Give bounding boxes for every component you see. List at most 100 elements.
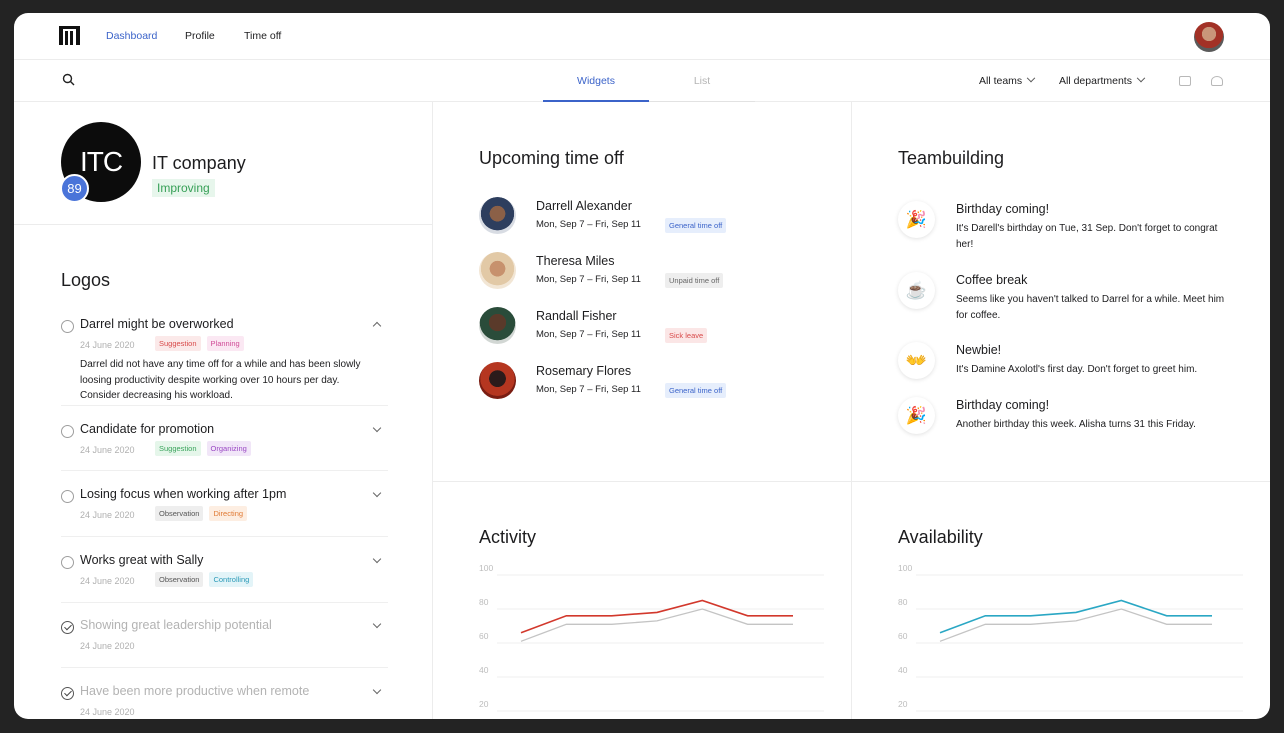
calendar-icon[interactable] bbox=[1179, 76, 1191, 86]
waving-hands-icon: 👐 bbox=[898, 342, 935, 379]
tab-divider bbox=[649, 101, 755, 102]
nav-dashboard[interactable]: Dashboard bbox=[106, 30, 157, 42]
chevron-up-icon[interactable] bbox=[372, 321, 382, 331]
coffee-icon: ☕ bbox=[898, 272, 935, 309]
time-off-person[interactable]: Theresa Miles Mon, Sep 7 – Fri, Sep 11 U… bbox=[479, 252, 819, 292]
search-icon[interactable] bbox=[62, 73, 76, 87]
tag-badge: Observation bbox=[155, 506, 204, 521]
row-divider bbox=[14, 224, 432, 225]
divider bbox=[61, 602, 388, 603]
tag-badge: Directing bbox=[209, 506, 248, 521]
logo-item-date: 24 June 2020 bbox=[80, 576, 135, 586]
chevron-down-icon[interactable] bbox=[372, 488, 382, 498]
y-tick-label: 80 bbox=[898, 597, 908, 607]
department-filter-dropdown[interactable]: All departments bbox=[1059, 73, 1146, 87]
y-tick-label: 20 bbox=[898, 699, 908, 709]
logo-item-title: Works great with Sally bbox=[80, 553, 204, 567]
time-off-dates: Mon, Sep 7 – Fri, Sep 11 bbox=[536, 329, 641, 340]
team-filter-dropdown[interactable]: All teams bbox=[979, 73, 1036, 87]
time-off-person[interactable]: Darrell Alexander Mon, Sep 7 – Fri, Sep … bbox=[479, 197, 819, 237]
nav-profile[interactable]: Profile bbox=[185, 30, 215, 42]
chevron-down-icon[interactable] bbox=[372, 619, 382, 629]
tag-badge: Suggestion bbox=[155, 336, 201, 351]
divider bbox=[61, 470, 388, 471]
divider bbox=[61, 405, 388, 406]
company-status-badge: Improving bbox=[152, 179, 215, 197]
app-logo-icon[interactable] bbox=[59, 26, 80, 45]
event-title: Birthday coming! bbox=[956, 398, 1050, 412]
y-tick-label: 40 bbox=[479, 665, 489, 675]
series-line-0 bbox=[939, 599, 1212, 634]
user-avatar[interactable] bbox=[1194, 22, 1224, 52]
check-circle-icon[interactable] bbox=[61, 320, 74, 333]
logo-item-date: 24 June 2020 bbox=[80, 510, 135, 520]
event-title: Birthday coming! bbox=[956, 202, 1050, 216]
y-tick-label: 100 bbox=[479, 563, 493, 573]
time-off-dates: Mon, Sep 7 – Fri, Sep 11 bbox=[536, 384, 641, 395]
column-divider bbox=[851, 102, 852, 719]
sub-toolbar: Widgets List All teams All departments bbox=[14, 60, 1270, 102]
divider bbox=[61, 536, 388, 537]
availability-title: Availability bbox=[898, 527, 983, 547]
time-off-person[interactable]: Randall Fisher Mon, Sep 7 – Fri, Sep 11 … bbox=[479, 307, 819, 347]
time-off-dates: Mon, Sep 7 – Fri, Sep 11 bbox=[536, 219, 641, 230]
time-off-title: Upcoming time off bbox=[479, 148, 624, 168]
time-off-type-badge: Unpaid time off bbox=[665, 273, 724, 288]
tag-badge: Controlling bbox=[209, 572, 254, 587]
availability-chart-svg: 100 80 60 40 20 bbox=[898, 563, 1243, 712]
check-circle-icon[interactable] bbox=[61, 687, 74, 700]
avatar bbox=[479, 362, 516, 399]
person-name: Darrell Alexander bbox=[536, 199, 632, 213]
event-description: Another birthday this week. Alisha turns… bbox=[956, 419, 1196, 430]
activity-chart-svg: 100 80 60 40 20 bbox=[479, 563, 824, 712]
divider bbox=[61, 667, 388, 668]
logo-item-title: Have been more productive when remote bbox=[80, 684, 310, 698]
check-circle-icon[interactable] bbox=[61, 556, 74, 569]
person-name: Rosemary Flores bbox=[536, 364, 632, 378]
department-filter-label: All departments bbox=[1059, 75, 1132, 87]
check-circle-icon[interactable] bbox=[61, 490, 74, 503]
logo-item-title: Losing focus when working after 1pm bbox=[80, 487, 287, 501]
activity-chart: 100 80 60 40 20 bbox=[479, 563, 824, 719]
app-window: Dashboard Profile Time off Widgets List … bbox=[14, 13, 1270, 719]
tab-list[interactable]: List bbox=[649, 75, 755, 87]
chevron-down-icon bbox=[1026, 73, 1036, 83]
event-description: It's Darell's birthday on Tue, 31 Sep. D… bbox=[956, 223, 1218, 250]
check-circle-icon[interactable] bbox=[61, 425, 74, 438]
nav-time-off[interactable]: Time off bbox=[244, 30, 281, 42]
party-popper-icon: 🎉 bbox=[898, 201, 935, 238]
score-badge: 89 bbox=[60, 174, 89, 203]
y-tick-label: 40 bbox=[898, 665, 908, 675]
logo-item-date: 24 June 2020 bbox=[80, 445, 135, 455]
time-off-person[interactable]: Rosemary Flores Mon, Sep 7 – Fri, Sep 11… bbox=[479, 362, 819, 402]
person-name: Randall Fisher bbox=[536, 309, 617, 323]
logos-title: Logos bbox=[61, 270, 111, 290]
avatar bbox=[479, 307, 516, 344]
company-name: IT company bbox=[152, 153, 246, 173]
party-popper-icon: 🎉 bbox=[898, 397, 935, 434]
tag-badge: Observation bbox=[155, 572, 204, 587]
person-name: Theresa Miles bbox=[536, 254, 615, 268]
logo-item-date: 24 June 2020 bbox=[80, 707, 135, 717]
time-off-dates: Mon, Sep 7 – Fri, Sep 11 bbox=[536, 274, 641, 285]
top-navigation: Dashboard Profile Time off bbox=[14, 13, 1270, 60]
chevron-down-icon[interactable] bbox=[372, 554, 382, 564]
avatar bbox=[479, 197, 516, 234]
chevron-down-icon bbox=[1136, 73, 1146, 83]
tag-badge: Suggestion bbox=[155, 441, 201, 456]
series-line-1 bbox=[520, 608, 793, 642]
time-off-type-badge: General time off bbox=[665, 383, 727, 398]
logo-item-title: Candidate for promotion bbox=[80, 422, 215, 436]
y-tick-label: 80 bbox=[479, 597, 489, 607]
tag-badge: Organizing bbox=[206, 441, 251, 456]
column-divider bbox=[432, 102, 433, 719]
y-tick-label: 60 bbox=[479, 631, 489, 641]
chevron-down-icon[interactable] bbox=[372, 685, 382, 695]
active-tab-indicator bbox=[543, 100, 649, 102]
tag-badge: Planning bbox=[206, 336, 244, 351]
event-title: Newbie! bbox=[956, 343, 1002, 357]
chevron-down-icon[interactable] bbox=[372, 423, 382, 433]
check-circle-icon[interactable] bbox=[61, 621, 74, 634]
tab-widgets[interactable]: Widgets bbox=[543, 75, 649, 87]
settings-icon[interactable] bbox=[1211, 76, 1223, 86]
